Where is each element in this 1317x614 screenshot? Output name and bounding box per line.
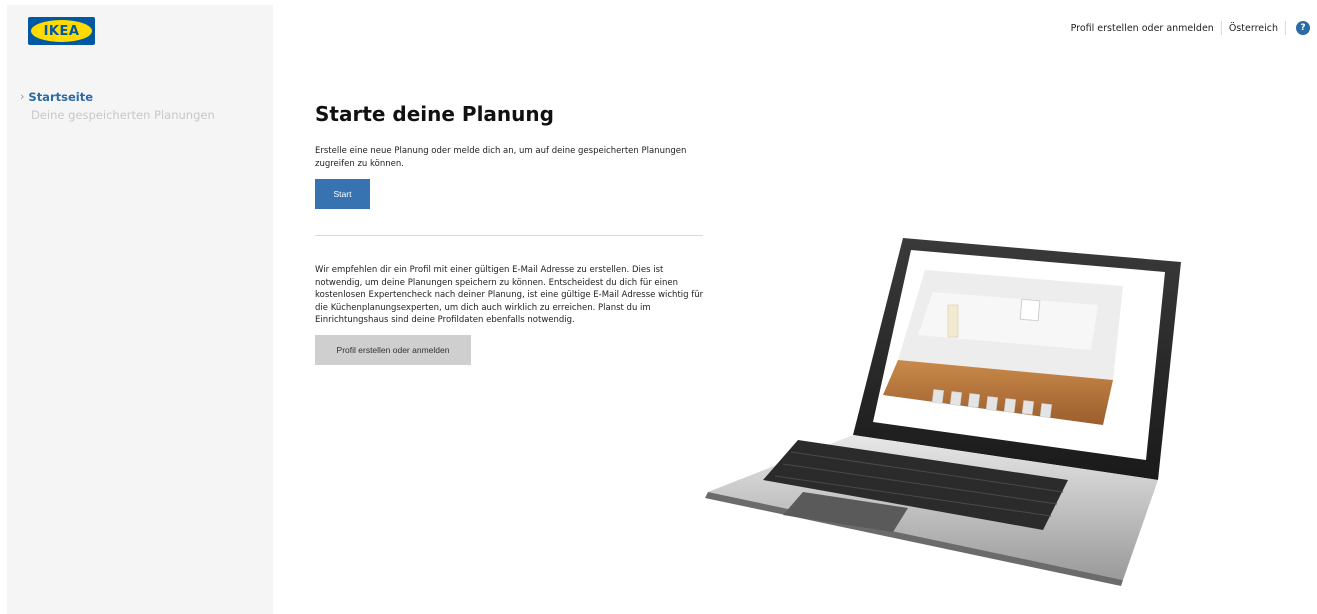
main-content: Starte deine Planung Erstelle eine neue … (315, 102, 703, 365)
logo-oval: IKEA (31, 20, 92, 42)
country-selector[interactable]: Österreich (1222, 23, 1285, 34)
top-bar: Profil erstellen oder anmelden Österreic… (1064, 21, 1310, 35)
logo-text: IKEA (43, 23, 80, 39)
sidebar-nav: › Startseite Deine gespeicherten Planung… (20, 88, 215, 124)
sidebar: IKEA › Startseite Deine gespeicherten Pl… (7, 5, 273, 614)
chevron-right-icon: › (20, 90, 25, 103)
recommendation-text: Wir empfehlen dir ein Profil mit einer g… (315, 265, 704, 325)
help-icon[interactable]: ? (1296, 21, 1310, 35)
start-button[interactable]: Start (315, 179, 370, 209)
profile-button[interactable]: Profil erstellen oder anmelden (315, 334, 471, 365)
sidebar-item-label: Deine gespeicherten Planungen (31, 108, 215, 122)
page-title: Starte deine Planung (315, 102, 554, 126)
sidebar-item-startseite[interactable]: › Startseite (20, 88, 215, 106)
laptop-illustration (705, 238, 1181, 586)
divider (1285, 21, 1286, 35)
sidebar-item-saved-plans[interactable]: Deine gespeicherten Planungen (20, 106, 215, 124)
profile-login-link[interactable]: Profil erstellen oder anmelden (1064, 23, 1221, 34)
ikea-logo[interactable]: IKEA (28, 17, 95, 45)
room-cabinet (947, 304, 959, 338)
intro-text: Erstelle eine neue Planung oder melde di… (315, 146, 687, 169)
room-window (1019, 298, 1041, 322)
sidebar-item-label: Startseite (28, 90, 93, 104)
section-divider (315, 235, 703, 236)
